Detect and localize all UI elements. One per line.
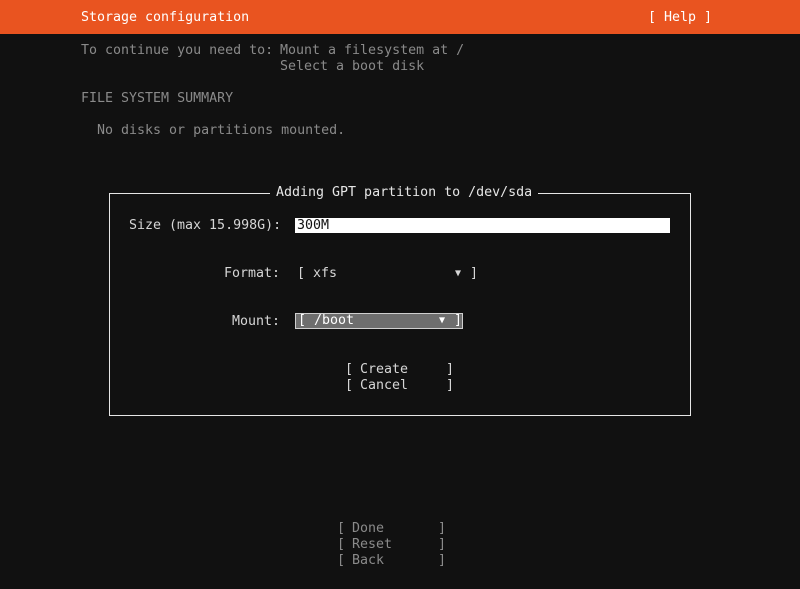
dialog-title: Adding GPT partition to /dev/sda (270, 185, 539, 201)
size-label: Size (max 15.998G): (129, 218, 282, 233)
cancel-button-label: Cancel (360, 378, 409, 393)
title-bar: Storage configuration [ Help ] (0, 0, 800, 34)
cancel-button-open-bracket: [ (345, 378, 354, 393)
cancel-button-close-bracket: ] (446, 378, 455, 393)
size-input[interactable] (295, 218, 670, 233)
format-select-value: xfs (313, 266, 338, 281)
reset-button-close-bracket: ] (438, 537, 447, 552)
mount-select[interactable]: [ /boot ▼ ] (295, 313, 463, 329)
reset-button-label: Reset (352, 537, 393, 552)
reset-button-open-bracket: [ (337, 537, 346, 552)
help-button[interactable]: [ Help ] (648, 10, 712, 26)
create-button-label: Create (360, 362, 409, 377)
done-button-label: Done (352, 521, 385, 536)
mount-select-close-bracket: ] (454, 313, 463, 328)
mount-select-value: /boot (314, 313, 355, 328)
requirement-mount-root: Mount a filesystem at / (280, 43, 465, 58)
requirements-lead: To continue you need to: (81, 43, 274, 58)
create-button-close-bracket: ] (446, 362, 455, 377)
format-label: Format: (224, 266, 281, 281)
format-select-open-bracket: [ (297, 266, 306, 281)
file-system-summary-empty: No disks or partitions mounted. (97, 123, 346, 138)
page-title: Storage configuration (81, 10, 250, 25)
file-system-summary-heading: FILE SYSTEM SUMMARY (81, 91, 234, 106)
mount-select-open-bracket: [ (298, 313, 307, 328)
back-button-close-bracket: ] (438, 553, 447, 568)
create-button-open-bracket: [ (345, 362, 354, 377)
chevron-down-icon: ▼ (439, 315, 446, 326)
requirement-boot-disk: Select a boot disk (280, 59, 425, 74)
back-button-open-bracket: [ (337, 553, 346, 568)
chevron-down-icon: ▼ (455, 268, 462, 279)
back-button-label: Back (352, 553, 385, 568)
done-button-close-bracket: ] (438, 521, 447, 536)
mount-label: Mount: (232, 314, 281, 329)
format-select-close-bracket: ] (470, 266, 479, 281)
done-button-open-bracket: [ (337, 521, 346, 536)
